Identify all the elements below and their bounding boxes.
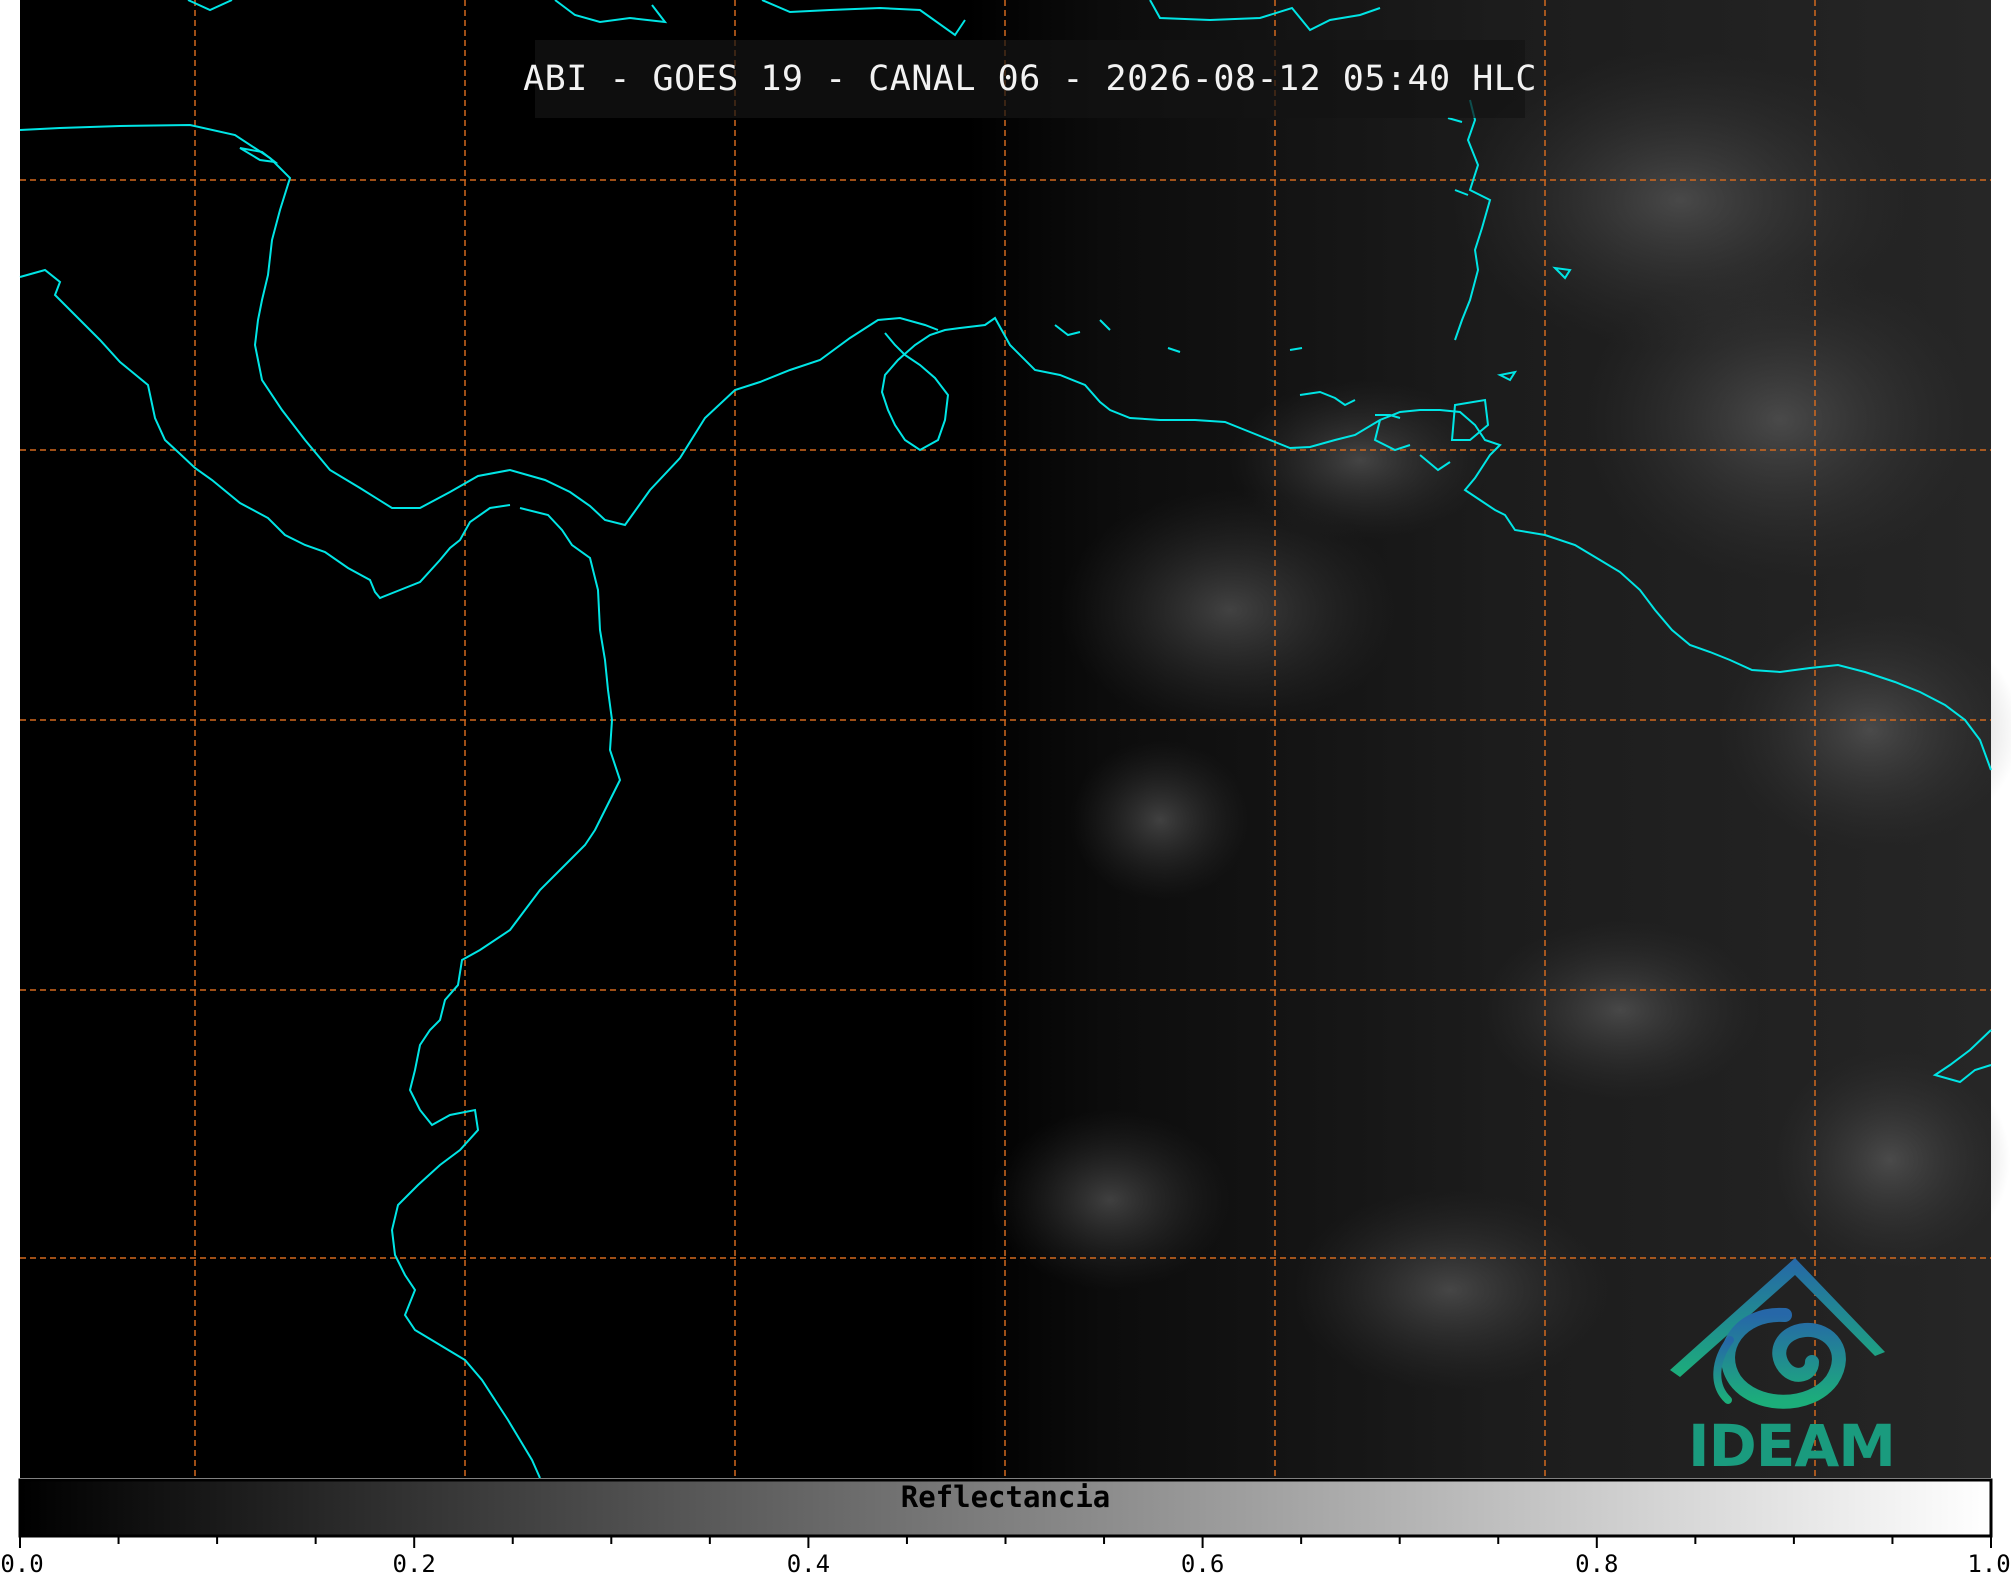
colorbar-ticks [19, 1536, 1992, 1548]
colorbar-tick-label: 0.4 [786, 1550, 831, 1578]
title-box: ABI - GOES 19 - CANAL 06 - 2026-08-12 05… [523, 40, 1536, 118]
map-title: ABI - GOES 19 - CANAL 06 - 2026-08-12 05… [523, 59, 1537, 99]
colorbar-tick-label: 0.2 [392, 1550, 436, 1578]
map-canvas [18, 0, 2011, 1548]
colorbar-tick-label: 0.0 [0, 1550, 44, 1578]
colorbar-tick-label: 0.6 [1180, 1550, 1225, 1578]
satellite-map-figure: ABI - GOES 19 - CANAL 06 - 2026-08-12 05… [0, 0, 2011, 1578]
colorbar-tick-label: 1.0 [1967, 1550, 2011, 1578]
colorbar-tick-label: 0.8 [1575, 1550, 1619, 1578]
colorbar-label: Reflectancia [900, 1480, 1111, 1514]
logo-wordmark: IDEAM [1688, 1412, 1896, 1480]
